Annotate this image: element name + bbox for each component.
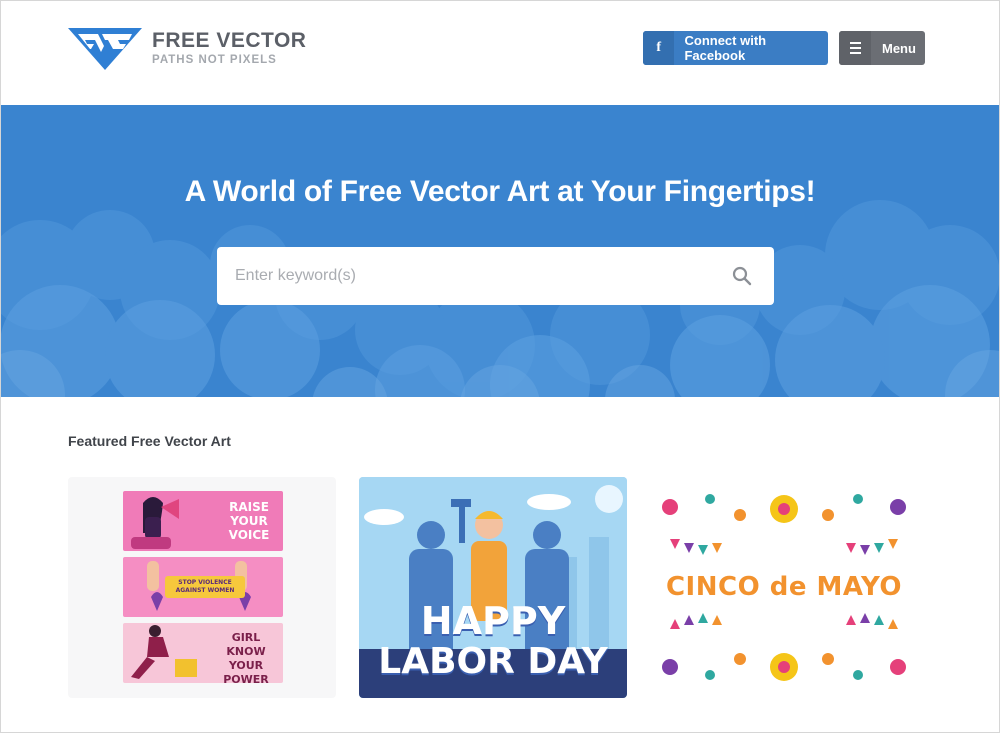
featured-card-womens-voice[interactable]: RAISE YOUR VOICE STOP VIOLENCE AGAINST WO… (68, 477, 336, 698)
site-logo[interactable]: FREE VECTOR PATHS NOT PIXELS (68, 26, 306, 70)
banner-girl-know-your-power: GIRL KNOW YOUR POWER (123, 623, 283, 686)
featured-card-labor-day[interactable]: HAPPY LABOR DAY (359, 477, 627, 698)
featured-card-cinco-de-mayo[interactable]: CINCO de MAYO (650, 477, 918, 698)
site-header: FREE VECTOR PATHS NOT PIXELS f Connect w… (0, 0, 1000, 105)
search-box (217, 247, 774, 305)
brand-title: FREE VECTOR (152, 29, 307, 52)
brand-tagline: PATHS NOT PIXELS (152, 54, 277, 66)
girl-know-your-power-text: GIRL KNOW YOUR POWER (223, 631, 269, 686)
happy-text: HAPPY (420, 599, 566, 643)
banner-raise-your-voice: RAISE YOUR VOICE (123, 491, 283, 551)
connect-facebook-label: Connect with Facebook (684, 33, 767, 63)
stop-violence-pill: STOP VIOLENCE AGAINST WOMEN (165, 576, 245, 598)
facebook-icon: f (643, 31, 675, 65)
search-input[interactable] (217, 247, 717, 305)
free-vector-logo-icon (68, 28, 142, 70)
hero-title: A World of Free Vector Art at Your Finge… (184, 175, 816, 208)
menu-button[interactable]: Menu (839, 31, 925, 65)
menu-label: Menu (882, 40, 916, 56)
woman-megaphone-illustration (131, 497, 179, 549)
search-icon[interactable] (732, 266, 752, 286)
running-woman-illustration (131, 625, 197, 679)
featured-heading: Featured Free Vector Art (68, 433, 231, 449)
connect-facebook-button[interactable]: f Connect with Facebook (643, 31, 828, 65)
hamburger-icon (839, 31, 871, 65)
raise-your-voice-text: RAISE YOUR VOICE (228, 500, 270, 542)
labor-day-text: LABOR DAY (378, 641, 608, 682)
hero-banner: A World of Free Vector Art at Your Finge… (0, 105, 1000, 397)
cinco-de-mayo-text: CINCO de MAYO (665, 572, 903, 602)
banner-stop-violence: STOP VIOLENCE AGAINST WOMEN (123, 557, 283, 617)
